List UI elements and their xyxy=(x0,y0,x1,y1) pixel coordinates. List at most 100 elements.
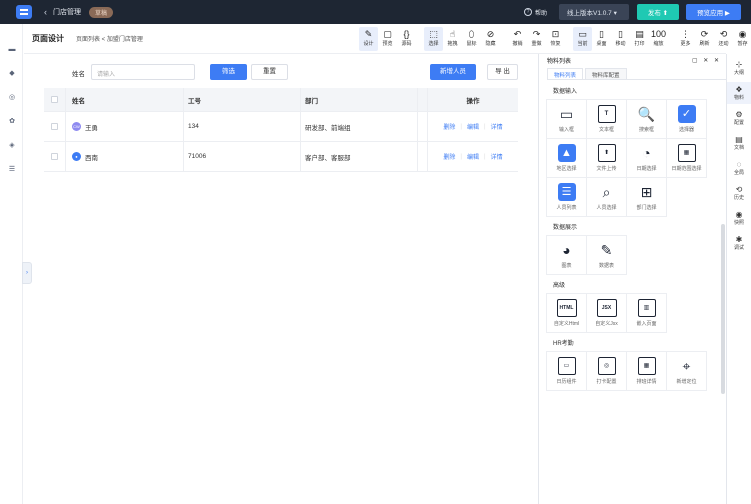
toolbar-17-button[interactable]: ⟳ 刷新 xyxy=(695,27,714,51)
toolbar-19-button[interactable]: ◉ 暂存 xyxy=(733,27,751,51)
toolbar-13-button[interactable]: ▯ 移动 xyxy=(611,27,630,51)
right-nav-7-button[interactable]: ◉ 快照 xyxy=(727,207,751,229)
toolbar-18-button[interactable]: ⟲ 还动 xyxy=(714,27,733,51)
right-nav-1-button[interactable]: ⊹ 大纲 xyxy=(727,57,751,79)
material-card[interactable]: ▦ 日期范围选择 xyxy=(666,138,707,178)
extra-cell xyxy=(417,142,427,171)
section-title: HR考勤 xyxy=(553,341,574,347)
detail-link[interactable]: 详情 xyxy=(491,122,503,131)
query-button[interactable]: 筛选 xyxy=(210,64,247,80)
right-nav-3-button[interactable]: ⚙ 配置 xyxy=(727,107,751,129)
material-card[interactable]: ⬆ 文件上传 xyxy=(586,138,627,178)
right-nav-label: 快照 xyxy=(733,220,744,226)
name-cell: CW 王勇 xyxy=(65,112,183,141)
left-nav-icon[interactable]: ◈ xyxy=(8,142,16,150)
extra-cell xyxy=(417,112,427,141)
detail-link[interactable]: 详情 xyxy=(491,152,503,161)
name-filter-input[interactable]: 请输入 xyxy=(91,64,195,80)
right-nav-2-button[interactable]: ❖ 物料 xyxy=(727,82,751,104)
toolbar-1-button[interactable]: ✎ 设计 xyxy=(359,27,378,51)
version-select[interactable]: 线上版本V1.0.7 ▾ xyxy=(559,4,629,20)
reset-button[interactable]: 重置 xyxy=(251,64,288,80)
row-checkbox[interactable] xyxy=(51,123,58,130)
right-nav-8-button[interactable]: ✱ 调试 xyxy=(727,232,751,254)
material-card[interactable]: ◔ 日期选择 xyxy=(626,138,667,178)
toolbar-14-button[interactable]: ▤ 打印 xyxy=(630,27,649,51)
toolbar-label: 当前 xyxy=(577,41,588,47)
material-card[interactable]: ▭ 日历组件 xyxy=(546,351,587,391)
toolbar-2-button[interactable]: ▢ 预览 xyxy=(378,27,397,51)
action-separator: | xyxy=(460,153,462,160)
material-card[interactable]: ◎ 打卡配置 xyxy=(586,351,627,391)
toolbar-7-button[interactable]: ⊘ 隐藏 xyxy=(481,27,500,51)
toolbar-5-button[interactable]: ☝ 拖拽 xyxy=(443,27,462,51)
delete-link[interactable]: 删除 xyxy=(443,122,455,131)
material-card[interactable]: ✎ 数据表 xyxy=(586,235,627,275)
back-button[interactable]: ‹ xyxy=(44,7,47,17)
panel-scrollbar[interactable] xyxy=(721,224,725,394)
material-card[interactable]: ✓ 选择器 xyxy=(666,99,707,139)
actions-cell: 删除 | 编辑 | 详情 xyxy=(427,142,518,171)
material-card[interactable]: ▥ 嵌入页面 xyxy=(626,293,667,333)
material-card[interactable]: JSX 自定义Jsx xyxy=(586,293,627,333)
left-nav-icon[interactable]: ☰ xyxy=(8,166,16,174)
toolbar-gap xyxy=(668,27,676,51)
left-nav-icon[interactable]: ◎ xyxy=(8,94,16,102)
material-card[interactable]: ⊞ 部门选择 xyxy=(626,177,667,217)
edit-link[interactable]: 编辑 xyxy=(467,122,479,131)
toolbar-12-button[interactable]: ▯ 桌面 xyxy=(592,27,611,51)
help-link[interactable]: 帮助 xyxy=(535,8,547,17)
edit-link[interactable]: 编辑 xyxy=(467,152,479,161)
material-grid: ▭ 日历组件 ◎ 打卡配置 ▦ 排班详情 ⌖ 新增定位 xyxy=(546,351,712,391)
left-nav-icon[interactable]: ✿ xyxy=(8,118,16,126)
add-person-button[interactable]: 新增人员 xyxy=(430,64,476,80)
tab-material-list[interactable]: 物料列表 xyxy=(547,68,584,79)
toolbar-11-button[interactable]: ▭ 当前 xyxy=(573,27,592,51)
select-all-checkbox[interactable] xyxy=(51,96,58,103)
toolbar-8-button[interactable]: ↶ 撤销 xyxy=(508,27,527,51)
right-nav-5-button[interactable]: ◌ 全局 xyxy=(727,157,751,179)
toolbar-15-button[interactable]: 100 缩放 xyxy=(649,27,668,51)
toolbar-6-button[interactable]: ⬯ 鼠标 xyxy=(462,27,481,51)
help-icon[interactable]: ? xyxy=(523,8,532,16)
right-nav-4-button[interactable]: ▤ 文档 xyxy=(727,132,751,154)
publish-button[interactable]: 发布 ⬆ xyxy=(637,4,679,20)
employee-id-cell: 71006 xyxy=(183,142,300,171)
delete-link[interactable]: 删除 xyxy=(443,152,455,161)
material-card[interactable]: HTML 自定义Html xyxy=(546,293,587,333)
toolbar-label: 更多 xyxy=(680,41,691,47)
toolbar-3-button[interactable]: {} 源码 xyxy=(397,27,416,51)
left-nav-icon[interactable]: ▬ xyxy=(8,46,16,54)
toolbar-10-button[interactable]: ⊡ 恢复 xyxy=(546,27,565,51)
toolbar-icon: ⊡ xyxy=(551,29,560,39)
material-card[interactable]: ⌖ 新增定位 xyxy=(666,351,707,391)
toolbar-16-button[interactable]: ⋮ 更多 xyxy=(676,27,695,51)
toolbar-9-button[interactable]: ↷ 重做 xyxy=(527,27,546,51)
material-icon: ◎ xyxy=(597,357,616,375)
right-nav-6-button[interactable]: ⟲ 历史 xyxy=(727,182,751,204)
design-canvas[interactable]: 姓名 请输入 筛选 重置 新增人员 导 出 姓名 工号 部门 操作 CW 王勇 13… xyxy=(44,54,518,444)
material-icon: ⬆ xyxy=(597,144,616,162)
breadcrumb[interactable]: 页面列表 < 加盟门店管理 xyxy=(76,34,143,43)
toolbar-label: 预览 xyxy=(382,41,393,47)
material-card[interactable]: ▦ 排班详情 xyxy=(626,351,667,391)
material-card[interactable]: ▭ 输入框 xyxy=(546,99,587,139)
preview-app-button[interactable]: 预览应用 ▶ xyxy=(686,4,741,20)
material-card[interactable]: ◕ 图表 xyxy=(546,235,587,275)
material-card[interactable]: ▲ 地区选择 xyxy=(546,138,587,178)
material-card[interactable]: ☰ 人员列表 xyxy=(546,177,587,217)
material-card[interactable]: 🔍 搜索框 xyxy=(626,99,667,139)
header-name: 姓名 xyxy=(65,88,183,111)
expand-sidebar-button[interactable]: › xyxy=(22,262,32,284)
panel-controls-icon[interactable]: ▢ ✕ ✕ xyxy=(692,57,721,64)
designer-header: 页面设计 页面列表 < 加盟门店管理 ✎ 设计 ▢ 预览 {} 源码 ⬚ 选择 ☝ 拖拽 ⬯ 鼠标 ⊘ 隐… xyxy=(24,24,748,54)
material-card[interactable]: T 文本框 xyxy=(586,99,627,139)
row-checkbox[interactable] xyxy=(51,153,58,160)
left-nav-icon[interactable]: ◆ xyxy=(8,70,16,78)
export-button[interactable]: 导 出 xyxy=(487,64,518,80)
toolbar-4-button[interactable]: ⬚ 选择 xyxy=(424,27,443,51)
material-icon: ⌖ xyxy=(682,358,691,374)
tab-material-config[interactable]: 物料库配置 xyxy=(585,68,627,79)
toolbar-icon: ◉ xyxy=(738,29,747,39)
material-card[interactable]: ⌕ 人员选择 xyxy=(586,177,627,217)
